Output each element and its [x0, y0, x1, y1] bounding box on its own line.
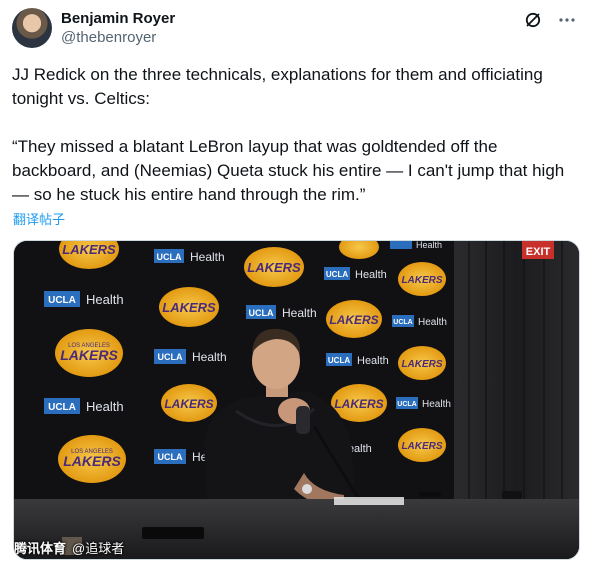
- press-conference-image: EXIT LAKERS LAKERS LAKERS LOS ANGELES LA…: [14, 241, 579, 559]
- svg-text:Health: Health: [355, 269, 387, 281]
- svg-text:Health: Health: [190, 250, 225, 264]
- svg-text:LAKERS: LAKERS: [401, 359, 442, 370]
- avatar[interactable]: [12, 8, 52, 48]
- tweet-header: Benjamin Royer @thebenroyer: [12, 8, 577, 52]
- exit-sign-text: EXIT: [526, 246, 551, 258]
- svg-text:UCLA: UCLA: [158, 452, 183, 462]
- more-icon[interactable]: [557, 10, 577, 30]
- tweet-paragraph-1: JJ Redick on the three technicals, expla…: [12, 65, 543, 108]
- tweet-media-video[interactable]: EXIT LAKERS LAKERS LAKERS LOS ANGELES LA…: [13, 240, 580, 560]
- watermark-handle: @追球者: [72, 541, 125, 556]
- translate-post-link[interactable]: 翻译帖子: [13, 209, 65, 228]
- video-watermark: 腾讯体育 @追球者: [14, 538, 124, 557]
- svg-text:LAKERS: LAKERS: [401, 441, 442, 452]
- svg-text:UCLA: UCLA: [328, 356, 350, 365]
- svg-text:Health: Health: [86, 292, 124, 307]
- svg-text:LAKERS: LAKERS: [62, 242, 116, 257]
- svg-text:UCLA: UCLA: [397, 401, 416, 408]
- svg-text:UCLA: UCLA: [157, 252, 182, 262]
- header-actions: [523, 10, 577, 30]
- tweet-paragraph-2: “They missed a blatant LeBron layup that…: [12, 137, 565, 204]
- tweet-text: JJ Redick on the three technicals, expla…: [12, 63, 572, 207]
- author-block: Benjamin Royer @thebenroyer: [61, 10, 175, 47]
- svg-text:LAKERS: LAKERS: [329, 313, 378, 327]
- svg-text:Health: Health: [422, 399, 451, 410]
- svg-text:Health: Health: [357, 355, 389, 367]
- svg-text:UCLA: UCLA: [393, 319, 412, 326]
- svg-text:LAKERS: LAKERS: [401, 275, 442, 286]
- svg-text:LAKERS: LAKERS: [247, 260, 301, 275]
- svg-text:Health: Health: [192, 350, 227, 364]
- svg-text:LAKERS: LAKERS: [63, 453, 121, 469]
- svg-text:LAKERS: LAKERS: [334, 397, 383, 411]
- svg-text:UCLA: UCLA: [249, 308, 274, 318]
- svg-text:UCLA: UCLA: [48, 402, 76, 413]
- svg-text:UCLA: UCLA: [158, 352, 183, 362]
- svg-text:LAKERS: LAKERS: [60, 347, 118, 363]
- svg-text:Health: Health: [86, 399, 124, 414]
- svg-text:UCLA: UCLA: [48, 295, 76, 306]
- watermark-brand: 腾讯体育: [14, 541, 67, 556]
- svg-text:UCLA: UCLA: [326, 270, 348, 279]
- svg-text:LAKERS: LAKERS: [164, 397, 213, 411]
- svg-text:LAKERS: LAKERS: [162, 300, 216, 315]
- svg-text:Health: Health: [416, 241, 442, 250]
- svg-text:Health: Health: [418, 317, 447, 328]
- author-name[interactable]: Benjamin Royer: [61, 10, 175, 28]
- slash-circle-icon[interactable]: [523, 10, 543, 30]
- svg-text:Health: Health: [282, 306, 317, 320]
- author-handle[interactable]: @thebenroyer: [61, 28, 175, 47]
